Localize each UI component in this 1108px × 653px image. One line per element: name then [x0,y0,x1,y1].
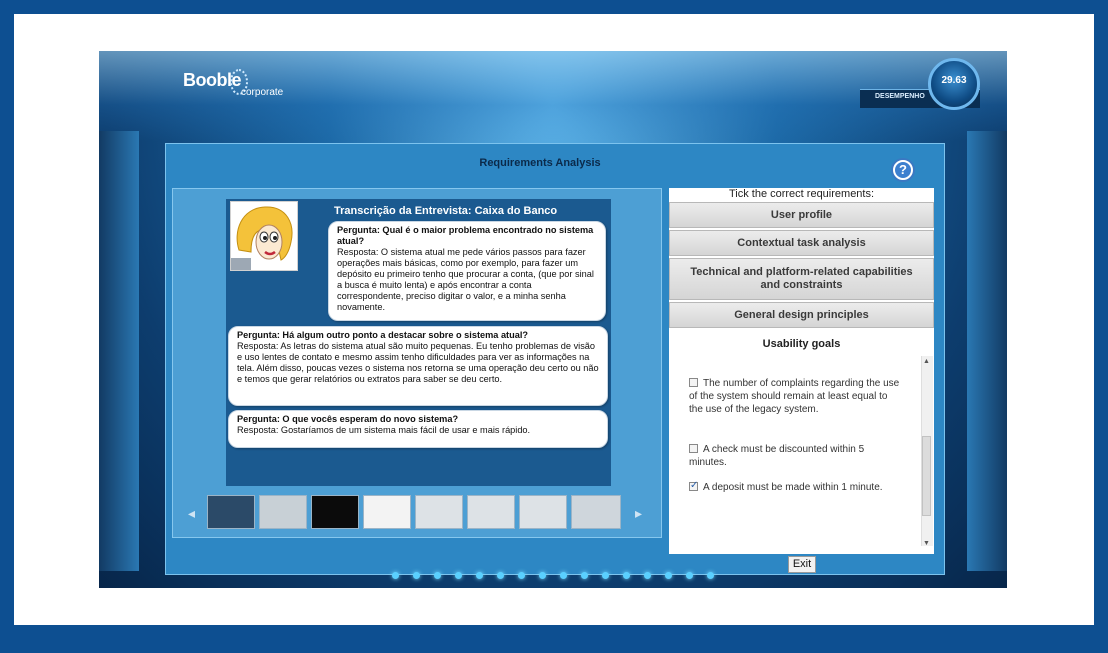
goal-checkbox-2[interactable] [689,444,698,453]
progress-dot [497,572,504,579]
thumbnail[interactable] [207,495,255,529]
thumbnail[interactable] [363,495,411,529]
qa-question: Pergunta: O que vocês esperam do novo si… [237,414,459,424]
goal-text: A check must be discounted within 5 minu… [689,444,865,468]
progress-dot [602,572,609,579]
progress-dot [560,572,567,579]
progress-dot [623,572,630,579]
qa-bubble-3: Pergunta: O que vocês esperam do novo si… [228,410,608,448]
performance-label: DESEMPENHO [875,93,925,100]
thumbnail-strip [207,495,627,531]
performance-value: 29.63 [941,75,967,86]
interview-title: Transcrição da Entrevista: Caixa do Banc… [334,205,558,217]
category-contextual-task-analysis[interactable]: Contextual task analysis [669,230,934,256]
thumbnails-prev-icon[interactable]: ◂ [188,505,195,522]
qa-answer: Resposta: Gostaríamos de um sistema mais… [237,425,531,435]
active-category-title: Usability goals [762,338,841,350]
goal-checkbox-3[interactable] [689,479,698,492]
page-title: Requirements Analysis [479,157,601,169]
progress-dot [476,572,483,579]
progress-dot [539,572,546,579]
brand-logo-sub: corporate [241,87,284,98]
bank-teller-icon [231,202,297,270]
goal-checkbox-1[interactable] [689,378,698,387]
help-glyph: ? [899,162,907,177]
progress-dot [707,572,714,579]
thumbnail[interactable] [519,495,567,529]
scroll-up-icon[interactable]: ▲ [923,358,930,365]
goal-item-2[interactable]: A check must be discounted within 5 minu… [689,443,904,469]
qa-answer: Resposta: O sistema atual me pede vários… [337,247,594,312]
progress-dot [413,572,420,579]
goal-text: A deposit must be made within 1 minute. [703,482,883,493]
category-general-design-principles[interactable]: General design principles [669,302,934,328]
exit-button[interactable]: Exit [788,556,816,573]
category-technical-constraints[interactable]: Technical and platform-related capabilit… [669,258,934,300]
qa-question: Pergunta: Há algum outro ponto a destaca… [237,330,528,340]
thumbnail[interactable] [259,495,307,529]
goal-text: The number of complaints regarding the u… [689,378,900,415]
progress-dot [518,572,525,579]
thumbnail[interactable] [415,495,463,529]
progress-dot [581,572,588,579]
qa-answer: Resposta: As letras do sistema atual são… [237,341,599,384]
qa-question: Pergunta: Qual é o maior problema encont… [337,225,594,246]
scroll-down-icon[interactable]: ▼ [923,540,930,547]
goal-item-3[interactable]: A deposit must be made within 1 minute. [689,479,904,494]
progress-dot [665,572,672,579]
thumbnails-next-icon[interactable]: ▸ [635,505,642,522]
goals-scrollbar-thumb[interactable] [922,436,931,516]
progress-dot [434,572,441,579]
goal-item-1[interactable]: The number of complaints regarding the u… [689,377,904,416]
progress-dot [392,572,399,579]
thumbnail[interactable] [467,495,515,529]
category-user-profile[interactable]: User profile [669,202,934,228]
progress-dot [644,572,651,579]
thumbnail[interactable] [311,495,359,529]
progress-dot [686,572,693,579]
thumbnail[interactable] [571,495,621,529]
requirements-instruction: Tick the correct requirements: [728,188,875,200]
qa-bubble-1: Pergunta: Qual é o maior problema encont… [328,221,606,321]
left-pillar [99,131,139,571]
avatar [230,201,298,271]
progress-dot [455,572,462,579]
qa-bubble-2: Pergunta: Há algum outro ponto a destaca… [228,326,608,406]
right-pillar [967,131,1007,571]
